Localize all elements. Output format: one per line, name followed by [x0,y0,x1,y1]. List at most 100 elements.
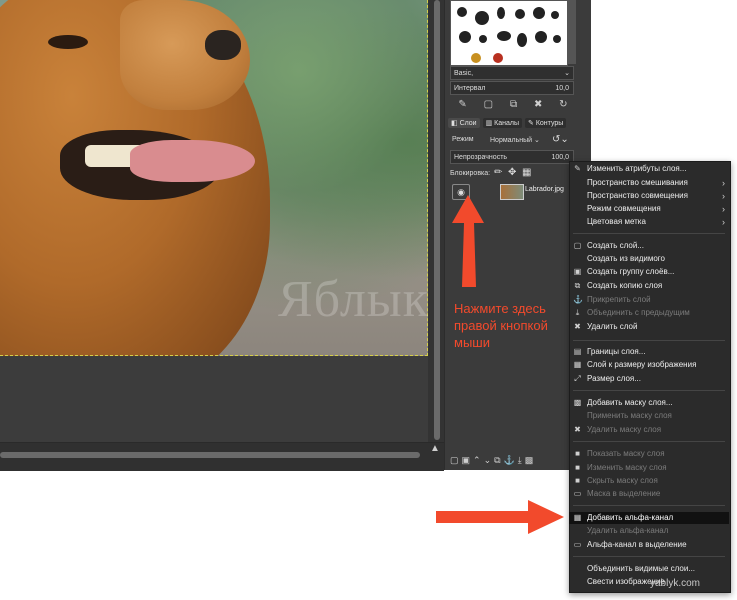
menu-item-label: Добавить маску слоя... [587,398,673,407]
lock-position-icon[interactable]: ✥ [508,167,516,178]
menu-item[interactable]: ✖ Удалить слой [569,321,729,333]
lock-pixels-icon[interactable]: ✏ [494,167,502,178]
spacing-field[interactable]: Интервал 10,0 [450,81,574,95]
menu-item[interactable]: Пространство совмещения › [569,190,729,202]
menu-item[interactable]: ▩ Добавить маску слоя... [569,397,729,409]
brush-preset-name: Basic, [454,70,474,77]
checkbox-icon: ■ [575,476,580,485]
tab-layers[interactable]: ◧ Слои [448,118,480,128]
anchor-icon[interactable]: ⚓ [504,455,515,467]
mask-icon[interactable]: ▩ [525,455,534,467]
menu-item[interactable]: ⤢ Размер слоя... [569,373,729,385]
menu-item[interactable]: ⧉ Создать копию слоя [569,280,729,292]
menu-item-label: Изменить атрибуты слоя... [587,164,687,173]
chevron-right-icon: › [722,204,725,214]
menu-item: ✖ Удалить маску слоя [569,424,729,436]
opacity-value: 100,0 [551,154,569,161]
tab-paths[interactable]: ✎ Контуры [525,118,567,128]
merge-icon[interactable]: ⤓ [518,455,522,467]
reset-mode-icon[interactable]: ↺⌄ [552,134,569,145]
menu-item-label: Скрыть маску слоя [587,476,658,485]
layer-thumbnail[interactable] [500,184,524,200]
menu-item-label: Удалить маску слоя [587,425,662,434]
menu-item-label: Удалить альфа-канал [587,526,669,535]
edit-brush-icon[interactable]: ✎ [458,99,466,110]
menu-item-label: Применить маску слоя [587,411,672,420]
menu-item-label: Добавить альфа-канал [587,513,674,522]
menu-item[interactable]: ▤ Границы слоя... [569,346,729,358]
duplicate-layer-icon[interactable]: ⧉ [494,455,500,467]
menu-item[interactable]: Создать из видимого [569,253,729,265]
menu-item-label: Удалить слой [587,322,638,331]
lock-label: Блокировка: [450,170,491,177]
menu-item-label: Пространство совмещения [587,191,688,200]
menu-item[interactable]: Свести изображение [569,576,729,588]
menu-item[interactable]: ▦ Добавить альфа-канал [569,512,729,524]
new-group-icon[interactable]: ▣ [462,455,471,467]
menu-item: ▭ Маска в выделение [569,488,729,500]
credit-text: yablyk.com [650,578,701,589]
new-layer-icon[interactable]: ▢ [450,455,459,467]
opacity-label: Непрозрачность [454,154,508,161]
arrow-up-annotation [452,195,484,287]
horizontal-scroll-thumb[interactable] [0,452,420,458]
menu-item: ■ Изменить маску слоя [569,462,729,474]
menu-separator [573,505,725,506]
menu-item-label: Прикрепить слой [587,295,651,304]
menu-item-label: Слой к размеру изображения [587,360,697,369]
menu-item-label: Размер слоя... [587,374,641,383]
chevron-right-icon: › [722,191,725,201]
spacing-label: Интервал [454,85,486,92]
add-mask-icon: ▩ [573,398,582,407]
raise-layer-icon[interactable]: ⌃ [473,455,481,467]
checkbox-icon: ■ [575,449,580,458]
menu-separator [573,556,725,557]
menu-item[interactable]: Режим совмещения › [569,203,729,215]
watermark-text: Яблык [278,271,429,328]
brush-grid[interactable] [450,0,568,66]
navigate-icon[interactable]: ▲ [430,443,440,454]
delete-brush-icon[interactable]: ✖ [534,99,542,110]
menu-item-label: Показать маску слоя [587,449,665,458]
mode-dropdown[interactable]: Нормальный ⌄ [490,136,540,144]
dog-tongue [130,140,255,182]
menu-item[interactable]: ▢ Создать слой... [569,240,729,252]
layer-name[interactable]: Labrador.jpg [525,186,564,193]
menu-item-label: Границы слоя... [587,347,646,356]
menu-item-label: Объединить с предыдущим [587,308,690,317]
brush-preset-field[interactable]: Basic, ⌄ [450,66,574,80]
alpha-to-selection-icon: ▭ [573,540,582,549]
new-brush-icon[interactable]: ▢ [484,99,493,110]
dock-tabs: ◧ Слои ▥ Каналы ✎ Контуры [448,116,588,130]
vertical-scroll-thumb[interactable] [434,0,440,440]
dog-teeth [85,145,175,167]
duplicate-brush-icon[interactable]: ⧉ [510,99,517,110]
menu-separator [573,233,725,234]
tab-channels[interactable]: ▥ Каналы [482,118,523,128]
dog-snout [120,0,250,110]
alpha-channel-icon: ▦ [573,513,582,522]
dog-eye [48,35,88,49]
checkbox-icon: ■ [575,463,580,472]
mode-label: Режим [452,136,474,143]
menu-item[interactable]: ▭ Альфа-канал в выделение [569,539,729,551]
menu-item[interactable]: Цветовая метка › [569,216,729,228]
brush-scrollbar[interactable] [568,0,576,64]
menu-item[interactable]: ✎ Изменить атрибуты слоя... [569,163,729,175]
menu-item[interactable]: Объединить видимые слои... [569,563,729,575]
new-layer-icon: ▢ [573,241,582,250]
lower-layer-icon[interactable]: ⌄ [484,455,492,467]
opacity-field[interactable]: Непрозрачность 100,0 [450,150,574,164]
menu-separator [573,390,725,391]
menu-item[interactable]: Пространство смешивания › [569,177,729,189]
refresh-icon[interactable]: ↻ [559,99,567,110]
menu-item: Удалить альфа-канал [569,525,729,537]
menu-item-label: Создать копию слоя [587,281,663,290]
lock-alpha-icon[interactable]: ▦ [522,167,531,178]
menu-item[interactable]: ▣ Создать группу слоёв... [569,266,729,278]
mask-to-selection-icon: ▭ [573,489,582,498]
dog-fur [0,0,270,356]
layer-to-image-size-icon: ▦ [573,360,582,369]
chevron-right-icon: › [722,217,725,227]
menu-item[interactable]: ▦ Слой к размеру изображения [569,359,729,371]
